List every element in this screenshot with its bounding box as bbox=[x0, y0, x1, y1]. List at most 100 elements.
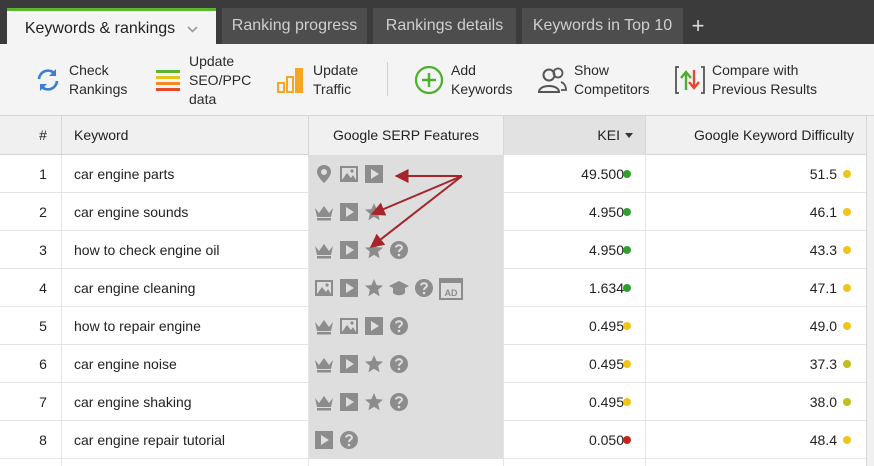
check-rankings-button[interactable]: Check Rankings bbox=[34, 44, 135, 116]
check-rankings-label: Check Rankings bbox=[69, 62, 128, 97]
question-icon bbox=[389, 392, 409, 412]
app-root: { "tabs": [ {"label": "Keywords & rankin… bbox=[0, 0, 874, 466]
tab-label: Keywords in Top 10 bbox=[532, 17, 673, 34]
svg-text:AD: AD bbox=[445, 288, 458, 298]
tab-bar: Keywords & rankings Ranking progress Ran… bbox=[0, 0, 874, 46]
kei-value: 0.050 bbox=[588, 432, 624, 448]
star-icon bbox=[364, 392, 384, 412]
add-keywords-button[interactable]: Add Keywords bbox=[414, 44, 519, 116]
serp-features-cell bbox=[309, 193, 503, 231]
gkd-value: 37.3 bbox=[809, 356, 837, 372]
gkd-status-dot bbox=[843, 360, 851, 368]
star-icon bbox=[364, 240, 384, 260]
table-row[interactable]: 1 car engine parts 49.500 51.5 bbox=[0, 155, 874, 193]
star-icon bbox=[364, 202, 384, 222]
table-row[interactable]: 3 how to check engine oil 4.950 43.3 bbox=[0, 231, 874, 269]
crown-icon bbox=[314, 392, 334, 412]
kei-status-dot bbox=[623, 284, 631, 292]
col-header-keyword[interactable]: Keyword bbox=[74, 116, 128, 155]
kei-value: 0.495 bbox=[588, 394, 624, 410]
table-row[interactable]: 8 car engine repair tutorial 0.050 48.4 bbox=[0, 421, 874, 459]
users-icon bbox=[537, 67, 567, 93]
kei-value: 49.500 bbox=[581, 166, 624, 182]
gkd-status-dot bbox=[843, 284, 851, 292]
question-icon bbox=[389, 354, 409, 374]
table-row[interactable]: 7 car engine shaking 0.495 38.0 bbox=[0, 383, 874, 421]
table-header: # Keyword Google SERP Features KEI Googl… bbox=[0, 116, 874, 155]
table-row[interactable]: 6 car engine noise 0.495 37.3 bbox=[0, 345, 874, 383]
show-competitors-label: Show Competitors bbox=[574, 62, 650, 97]
table-body: 1 car engine parts 49.500 51.5 2 car eng… bbox=[0, 155, 874, 466]
table-row[interactable]: 2 car engine sounds 4.950 46.1 bbox=[0, 193, 874, 231]
gkd-status-dot bbox=[843, 208, 851, 216]
kei-status-dot bbox=[623, 398, 631, 406]
scrollbar[interactable] bbox=[866, 116, 874, 466]
question-icon bbox=[414, 278, 434, 298]
plus-circle-icon bbox=[414, 65, 444, 95]
video-icon bbox=[364, 164, 384, 184]
update-traffic-button[interactable]: Update Traffic bbox=[276, 44, 369, 116]
table-row[interactable]: 5 how to repair engine 0.495 49.0 bbox=[0, 307, 874, 345]
video-icon bbox=[339, 278, 359, 298]
compare-results-button[interactable]: Compare with Previous Results bbox=[675, 44, 824, 116]
tab-keywords-top10[interactable]: Keywords in Top 10 bbox=[522, 8, 683, 44]
update-seo-label: Update SEO/PPC data bbox=[189, 52, 252, 107]
gkd-status-dot bbox=[843, 398, 851, 406]
serp-features-cell: AD bbox=[309, 269, 503, 307]
add-tab-button[interactable]: + bbox=[688, 12, 708, 40]
kei-status-dot bbox=[623, 436, 631, 444]
map-pin-icon bbox=[314, 164, 334, 184]
compare-arrows-icon bbox=[675, 66, 705, 94]
color-bars-icon bbox=[156, 70, 180, 91]
gkd-value: 47.1 bbox=[809, 280, 837, 296]
show-competitors-button[interactable]: Show Competitors bbox=[537, 44, 654, 116]
gkd-value: 51.5 bbox=[809, 166, 837, 182]
ad-icon: AD bbox=[439, 278, 463, 300]
gkd-status-dot bbox=[843, 246, 851, 254]
crown-icon bbox=[314, 316, 334, 336]
keyword-cell[interactable]: how to repair engine bbox=[74, 307, 201, 345]
bar-chart-icon bbox=[277, 68, 303, 93]
serp-features-cell bbox=[309, 383, 503, 421]
kei-status-dot bbox=[623, 170, 631, 178]
star-icon bbox=[364, 278, 384, 298]
gkd-value: 46.1 bbox=[809, 204, 837, 220]
keyword-cell[interactable]: car engine cleaning bbox=[74, 269, 195, 307]
kei-status-dot bbox=[623, 208, 631, 216]
kei-status-dot bbox=[623, 360, 631, 368]
serp-features-cell bbox=[309, 155, 503, 193]
keyword-cell[interactable]: car engine repair tutorial bbox=[74, 421, 225, 459]
keyword-cell[interactable]: car engine parts bbox=[74, 155, 174, 193]
tab-keywords-rankings[interactable]: Keywords & rankings bbox=[7, 8, 216, 46]
tab-label: Rankings details bbox=[385, 17, 504, 34]
compare-label: Compare with Previous Results bbox=[712, 62, 818, 97]
col-header-serp[interactable]: Google SERP Features bbox=[309, 116, 503, 155]
image-icon bbox=[314, 278, 334, 298]
tab-rankings-details[interactable]: Rankings details bbox=[373, 8, 516, 44]
gkd-value: 43.3 bbox=[809, 242, 837, 258]
keyword-cell[interactable]: how to check engine oil bbox=[74, 231, 220, 269]
kei-header-label: KEI bbox=[597, 127, 620, 143]
crown-icon bbox=[314, 240, 334, 260]
keyword-cell[interactable]: car engine sounds bbox=[74, 193, 188, 231]
keyword-cell[interactable]: car engine shaking bbox=[74, 383, 192, 421]
table-row[interactable]: AD 4 car engine cleaning 1.634 47.1 bbox=[0, 269, 874, 307]
col-header-gkd[interactable]: Google Keyword Difficulty bbox=[646, 116, 854, 155]
video-icon bbox=[339, 240, 359, 260]
chevron-down-icon[interactable] bbox=[187, 21, 198, 36]
keyword-cell[interactable]: car engine noise bbox=[74, 345, 177, 383]
kei-value: 0.495 bbox=[588, 318, 624, 334]
gkd-status-dot bbox=[843, 322, 851, 330]
refresh-icon bbox=[37, 69, 59, 91]
image-icon bbox=[339, 164, 359, 184]
kei-value: 4.950 bbox=[588, 204, 624, 220]
update-seo-ppc-button[interactable]: Update SEO/PPC data bbox=[155, 44, 261, 116]
video-icon bbox=[364, 316, 384, 336]
kei-value: 1.634 bbox=[588, 280, 624, 296]
question-icon bbox=[389, 240, 409, 260]
tab-ranking-progress[interactable]: Ranking progress bbox=[222, 8, 367, 44]
video-icon bbox=[314, 430, 334, 450]
toolbar: Check Rankings Update SEO/PPC data Updat… bbox=[0, 44, 874, 116]
column-divider bbox=[61, 116, 62, 155]
col-header-kei[interactable]: KEI bbox=[504, 116, 645, 155]
